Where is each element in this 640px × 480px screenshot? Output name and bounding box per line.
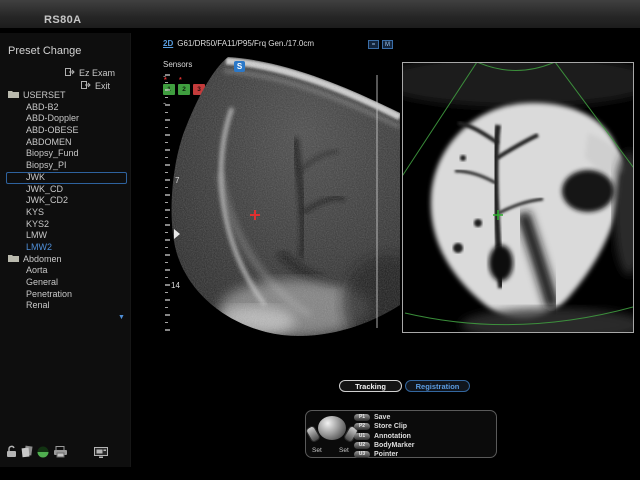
preset-item[interactable]: JWK_CD xyxy=(0,184,130,196)
softkey-hints: P1 Save P2 Store Clip U1 Annotation U2 BodyMark… xyxy=(354,413,414,459)
preset-item[interactable]: LMW xyxy=(0,230,130,242)
softkey-label: Store Clip xyxy=(374,423,407,430)
registration-button[interactable]: Registration xyxy=(405,380,470,392)
preset-item[interactable]: KYS2 xyxy=(0,219,130,231)
softkey-key-badge: U1 xyxy=(354,433,370,440)
softkey-hint: P1 Save xyxy=(354,413,414,422)
softkey-hint: P2 Store Clip xyxy=(354,422,414,431)
ez-exam-button[interactable]: Ez Exam xyxy=(65,68,115,78)
orientation-badge: S xyxy=(234,61,245,72)
rs80a-screen: RS80A Preset Change Ez Exam Exit USERSET… xyxy=(0,0,640,480)
ez-exam-label: Ez Exam xyxy=(79,68,115,78)
ultrasound-image[interactable]: 7 14 S xyxy=(160,53,402,345)
preset-item[interactable]: KYS xyxy=(0,207,130,219)
preset-folder[interactable]: USERSET xyxy=(0,90,130,102)
exit-arrow-icon xyxy=(65,68,75,78)
depth-ruler xyxy=(165,75,170,330)
preset-item[interactable]: Aorta xyxy=(0,265,130,277)
preset-item[interactable]: General xyxy=(0,277,130,289)
panel-title: Preset Change xyxy=(8,45,81,57)
depth-label-14: 14 xyxy=(171,281,180,290)
documents-icon[interactable] xyxy=(21,445,33,463)
preset-item[interactable]: Biopsy_Fund xyxy=(0,148,130,160)
thumbnail-badge-icon[interactable]: = xyxy=(368,40,379,49)
preset-item[interactable]: ABD-OBESE xyxy=(0,125,130,137)
preset-item[interactable]: JWK xyxy=(0,172,130,184)
status-icon-row xyxy=(6,445,108,463)
folder-icon xyxy=(8,254,19,266)
set-left-label: Set xyxy=(312,447,322,454)
mode-2d-label: 2D xyxy=(163,39,173,48)
monitor-icon[interactable] xyxy=(94,445,108,463)
mri-image[interactable] xyxy=(402,62,634,333)
preset-tree: USERSETABD-B2ABD-DopplerABD-OBESEABDOMEN… xyxy=(0,90,130,312)
softkey-hint: U2 BodyMarker xyxy=(354,441,414,450)
image-info-bar: 2D G61/DR50/FA11/P95/Frq Gen./17.0cm xyxy=(163,39,314,48)
softkey-label: Pointer xyxy=(374,451,398,458)
preset-item[interactable]: Renal xyxy=(0,300,130,312)
softkey-label: Save xyxy=(374,414,390,421)
trackball-icon xyxy=(318,416,346,440)
folder-icon xyxy=(8,90,19,102)
preset-item[interactable]: ABDOMEN xyxy=(0,137,130,149)
preset-item[interactable]: Penetration xyxy=(0,289,130,301)
softkey-label: Annotation xyxy=(374,433,411,440)
app-title: RS80A xyxy=(44,14,81,26)
softkey-key-badge: U2 xyxy=(354,442,370,449)
tracking-button[interactable]: Tracking xyxy=(339,380,402,392)
preset-item[interactable]: LMW2 xyxy=(0,242,130,254)
softkey-key-badge: U3 xyxy=(354,451,370,458)
softkey-hint: U3 Pointer xyxy=(354,450,414,459)
scroll-down-icon[interactable]: ▼ xyxy=(118,314,125,321)
preset-item[interactable]: JWK_CD2 xyxy=(0,195,130,207)
depth-label-7: 7 xyxy=(175,176,180,185)
preset-item[interactable]: ABD-Doppler xyxy=(0,113,130,125)
m-mode-badge-icon[interactable]: M xyxy=(382,40,393,49)
softkey-key-badge: P2 xyxy=(354,423,370,430)
preset-panel: Preset Change Ez Exam Exit USERSETABD-B2… xyxy=(0,33,131,467)
softkey-key-badge: P1 xyxy=(354,414,370,421)
preset-item[interactable]: ABD-B2 xyxy=(0,102,130,114)
softkey-hint-panel: Set Set P1SaveP2Store ClipU1AnnotationU2… xyxy=(305,410,497,458)
status-orb-icon xyxy=(37,445,49,463)
title-bar: RS80A xyxy=(0,0,640,28)
lock-icon[interactable] xyxy=(6,445,17,463)
preset-item[interactable]: Biopsy_PI xyxy=(0,160,130,172)
set-right-label: Set xyxy=(339,447,349,454)
softkey-label: BodyMarker xyxy=(374,442,414,449)
preset-folder[interactable]: Abdomen xyxy=(0,254,130,266)
printer-icon[interactable] xyxy=(53,445,68,463)
softkey-hint: U1 Annotation xyxy=(354,432,414,441)
image-params: G61/DR50/FA11/P95/Frq Gen./17.0cm xyxy=(177,39,314,48)
